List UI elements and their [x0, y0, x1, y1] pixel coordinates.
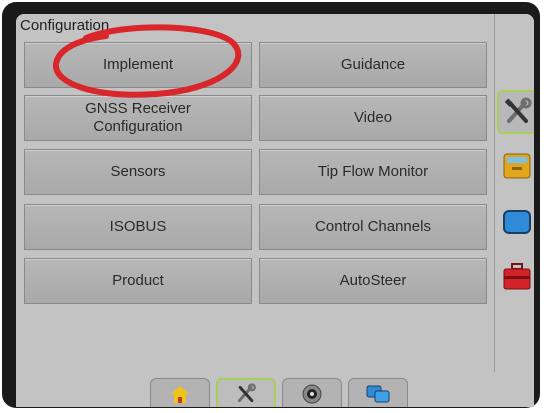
- home-icon: [171, 385, 189, 403]
- side-tab-display[interactable]: [497, 200, 534, 244]
- product-button[interactable]: Product: [24, 258, 252, 304]
- screen: Configuration Implement Guidance GNSS Re…: [16, 14, 534, 407]
- bottom-tab-tools[interactable]: [216, 378, 276, 407]
- configuration-panel: Configuration Implement Guidance GNSS Re…: [16, 14, 495, 373]
- side-tab-toolbox[interactable]: [497, 254, 534, 298]
- bottom-tab-camera[interactable]: [282, 378, 342, 407]
- guidance-button[interactable]: Guidance: [259, 42, 487, 88]
- implement-button[interactable]: Implement: [24, 42, 252, 88]
- screens-icon: [366, 385, 390, 402]
- tip-flow-monitor-button[interactable]: Tip Flow Monitor: [259, 149, 487, 195]
- toolbox-icon: [503, 263, 531, 290]
- panel-title: Configuration: [20, 17, 110, 34]
- control-channels-button[interactable]: Control Channels: [259, 204, 487, 250]
- isobus-button[interactable]: ISOBUS: [24, 204, 252, 250]
- bottom-tab-screens[interactable]: [348, 378, 408, 407]
- autosteer-button[interactable]: AutoSteer: [259, 258, 487, 304]
- display-icon: [503, 210, 531, 234]
- bottom-tab-home[interactable]: [150, 378, 210, 407]
- side-tab-console[interactable]: [497, 144, 534, 188]
- side-tab-bar: [495, 14, 534, 372]
- camera-icon: [302, 384, 322, 403]
- side-tab-tools[interactable]: [497, 90, 534, 134]
- console-icon: [503, 153, 531, 179]
- display-bezel: Configuration Implement Guidance GNSS Re…: [2, 2, 540, 408]
- tools-icon: [504, 97, 532, 123]
- video-button[interactable]: Video: [259, 95, 487, 141]
- gnss-receiver-configuration-button[interactable]: GNSS Receiver Configuration: [24, 95, 252, 141]
- sensors-button[interactable]: Sensors: [24, 149, 252, 195]
- bottom-tab-bar: [16, 372, 534, 407]
- tools-icon: [237, 383, 256, 403]
